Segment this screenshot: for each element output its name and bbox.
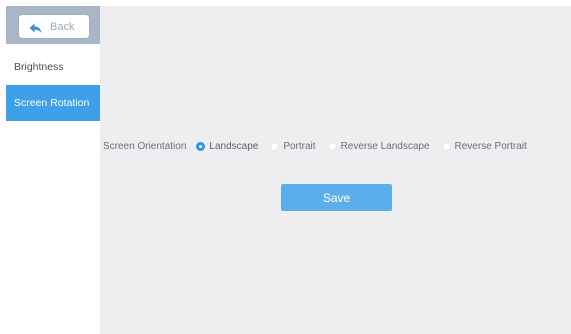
radio-unselected-icon [270,141,280,151]
sidebar-item-label: Screen Rotation [14,97,90,109]
save-button[interactable]: Save [281,184,392,211]
radio-portrait[interactable]: Portrait [270,140,316,152]
radio-label: Reverse Landscape [340,140,430,152]
sidebar-item-label: Brightness [14,61,64,73]
radio-landscape[interactable]: Landscape [196,141,258,152]
radio-unselected-icon [441,141,451,151]
orientation-label: Screen Orientation [103,140,187,152]
radio-reverse-portrait[interactable]: Reverse Portrait [441,140,527,152]
back-label: Back [50,20,75,33]
orientation-row: Screen Orientation Landscape Portrait Re… [103,138,527,154]
radio-label: Portrait [283,140,316,152]
radio-reverse-landscape[interactable]: Reverse Landscape [327,140,430,152]
radio-unselected-icon [327,141,337,151]
radio-label: Reverse Portrait [454,140,527,152]
app-window: Back Brightness Screen Rotation Screen O… [0,0,571,334]
main-panel: Screen Orientation Landscape Portrait Re… [100,6,571,334]
sidebar-header: Back [6,6,100,44]
radio-selected-icon [196,141,206,151]
sidebar: Back Brightness Screen Rotation [0,0,108,334]
back-button[interactable]: Back [19,15,89,38]
back-arrow-icon [29,21,42,34]
sidebar-item-brightness[interactable]: Brightness [6,49,100,85]
radio-label: Landscape [209,140,259,152]
sidebar-item-screen-rotation[interactable]: Screen Rotation [6,85,108,121]
